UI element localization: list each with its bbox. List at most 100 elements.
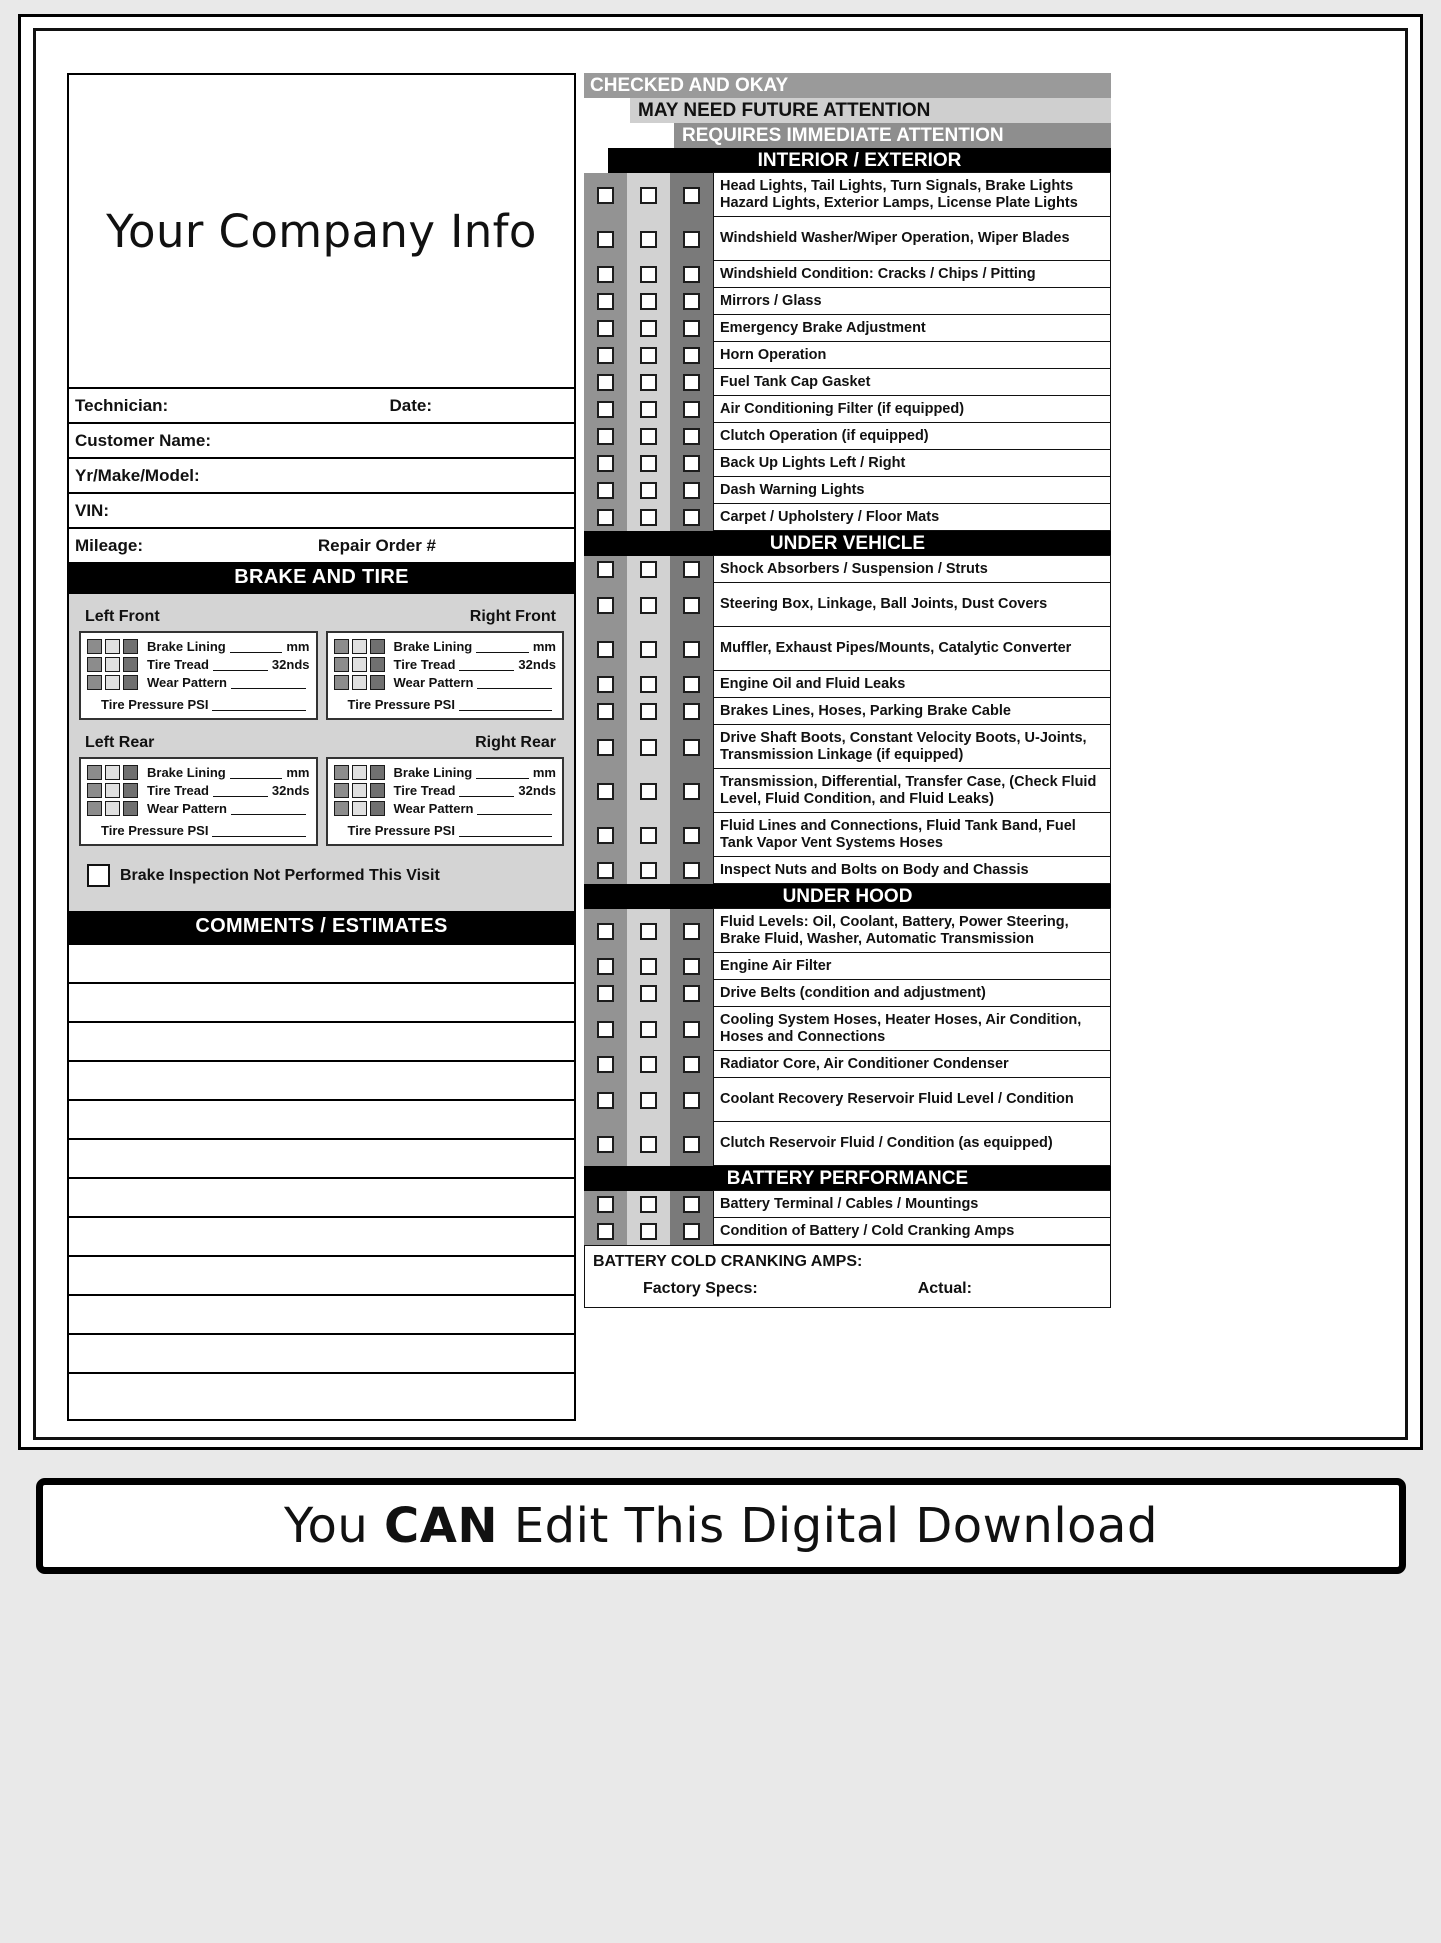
checkbox-cell-okay[interactable] (594, 288, 617, 315)
inspection-row[interactable]: Air Conditioning Filter (if equipped) (584, 395, 1111, 423)
tire-pressure-input[interactable] (458, 699, 552, 711)
checkbox-okay[interactable] (597, 826, 614, 844)
checkbox-cell-future[interactable] (637, 1078, 660, 1122)
inspection-row[interactable]: Inspect Nuts and Bolts on Body and Chass… (584, 856, 1111, 884)
inspection-row[interactable]: Carpet / Upholstery / Floor Mats (584, 503, 1111, 531)
checkbox-immediate[interactable] (683, 676, 700, 693)
checkbox-future[interactable] (640, 455, 657, 472)
checkbox-cell-future[interactable] (637, 477, 660, 504)
checkbox-cell-future[interactable] (637, 813, 660, 857)
inspection-row[interactable]: Horn Operation (584, 341, 1111, 369)
tire-measure-row[interactable]: Wear Pattern (333, 801, 557, 816)
checkbox-immediate[interactable] (683, 1056, 700, 1073)
checkbox-immediate[interactable] (683, 186, 700, 204)
checkbox-okay[interactable] (597, 985, 614, 1002)
checkbox-okay[interactable] (597, 782, 614, 800)
checkbox-okay[interactable] (597, 186, 614, 204)
checkbox-cell-immediate[interactable] (680, 396, 703, 423)
checkbox-immediate[interactable] (683, 782, 700, 800)
checkbox-cell-immediate[interactable] (680, 1218, 703, 1245)
checkbox-future[interactable] (640, 826, 657, 844)
inspection-row[interactable]: Engine Air Filter (584, 952, 1111, 980)
checkbox-cell-immediate[interactable] (680, 288, 703, 315)
checkbox-future[interactable] (640, 266, 657, 283)
checkbox-immediate[interactable] (683, 826, 700, 844)
checkbox-immediate[interactable] (683, 455, 700, 472)
inspection-row[interactable]: Cooling System Hoses, Heater Hoses, Air … (584, 1006, 1111, 1051)
checkbox-future[interactable] (640, 1196, 657, 1213)
comment-line[interactable] (69, 1060, 574, 1099)
checkbox-immediate[interactable] (683, 482, 700, 499)
technician-date-row[interactable]: Technician: Date: (69, 387, 574, 422)
checkbox-immediate[interactable] (683, 703, 700, 720)
checkbox-immediate[interactable] (683, 1135, 700, 1153)
checkbox-cell-future[interactable] (637, 583, 660, 627)
tire-measure-input[interactable] (230, 803, 306, 815)
checkbox-cell-immediate[interactable] (680, 556, 703, 583)
tire-measure-row[interactable]: Brake Lining mm (333, 765, 556, 780)
status-swatch-immediate[interactable] (369, 657, 385, 672)
status-swatch-okay[interactable] (87, 675, 102, 690)
checkbox-okay[interactable] (597, 1020, 614, 1038)
checkbox-cell-future[interactable] (637, 1191, 660, 1218)
checkbox-cell-immediate[interactable] (680, 342, 703, 369)
inspection-row[interactable]: Transmission, Differential, Transfer Cas… (584, 768, 1111, 813)
checkbox-cell-immediate[interactable] (680, 583, 703, 627)
checkbox-immediate[interactable] (683, 596, 700, 614)
checkbox-immediate[interactable] (683, 862, 700, 879)
checkbox-cell-future[interactable] (637, 261, 660, 288)
checkbox-okay[interactable] (597, 1056, 614, 1073)
checkbox-okay[interactable] (597, 1091, 614, 1109)
status-swatch-okay[interactable] (87, 783, 102, 798)
status-swatch-future[interactable] (105, 675, 120, 690)
inspection-row[interactable]: Fluid Levels: Oil, Coolant, Battery, Pow… (584, 908, 1111, 953)
tire-pressure-row[interactable]: Tire Pressure PSI (334, 693, 557, 714)
inspection-row[interactable]: Windshield Condition: Cracks / Chips / P… (584, 260, 1111, 288)
checkbox-cell-immediate[interactable] (680, 173, 703, 217)
checkbox-future[interactable] (640, 401, 657, 418)
checkbox-future[interactable] (640, 1020, 657, 1038)
checkbox-okay[interactable] (597, 509, 614, 526)
checkbox-cell-immediate[interactable] (680, 813, 703, 857)
comment-line[interactable] (69, 1333, 574, 1372)
checkbox-cell-future[interactable] (637, 288, 660, 315)
checkbox-future[interactable] (640, 1223, 657, 1240)
checkbox-cell-okay[interactable] (594, 1051, 617, 1078)
checkbox-cell-okay[interactable] (594, 342, 617, 369)
tire-measure-row[interactable]: Tire Tread 32nds (333, 657, 556, 672)
comment-line[interactable] (69, 1294, 574, 1333)
checkbox-cell-immediate[interactable] (680, 1191, 703, 1218)
inspection-row[interactable]: Emergency Brake Adjustment (584, 314, 1111, 342)
checkbox-future[interactable] (640, 482, 657, 499)
status-swatch-okay[interactable] (333, 639, 349, 654)
status-swatch-immediate[interactable] (123, 801, 138, 816)
tire-pressure-row[interactable]: Tire Pressure PSI (334, 819, 557, 840)
checkbox-immediate[interactable] (683, 401, 700, 418)
checkbox-cell-immediate[interactable] (680, 857, 703, 884)
status-swatch-immediate[interactable] (123, 657, 138, 672)
checkbox-cell-okay[interactable] (594, 369, 617, 396)
tire-measure-row[interactable]: Wear Pattern (87, 801, 310, 816)
status-swatch-immediate[interactable] (369, 675, 385, 690)
checkbox-future[interactable] (640, 561, 657, 578)
checkbox-cell-okay[interactable] (594, 857, 617, 884)
tire-measure-input[interactable] (229, 641, 283, 653)
checkbox-okay[interactable] (597, 428, 614, 445)
checkbox-okay[interactable] (597, 738, 614, 756)
tire-measure-row[interactable]: Tire Tread 32nds (87, 783, 310, 798)
vin-row[interactable]: VIN: (69, 492, 574, 527)
checkbox-cell-future[interactable] (637, 1218, 660, 1245)
checkbox-cell-immediate[interactable] (680, 450, 703, 477)
checkbox-okay[interactable] (597, 958, 614, 975)
checkbox-cell-immediate[interactable] (680, 1122, 703, 1166)
checkbox-future[interactable] (640, 230, 657, 248)
checkbox-future[interactable] (640, 596, 657, 614)
status-swatch-future[interactable] (351, 783, 367, 798)
status-swatch-future[interactable] (351, 639, 367, 654)
comment-line[interactable] (69, 1021, 574, 1060)
checkbox-cell-okay[interactable] (594, 1218, 617, 1245)
checkbox-cell-immediate[interactable] (680, 261, 703, 288)
checkbox-cell-okay[interactable] (594, 173, 617, 217)
comment-line[interactable] (69, 1372, 574, 1411)
checkbox-cell-okay[interactable] (594, 1122, 617, 1166)
